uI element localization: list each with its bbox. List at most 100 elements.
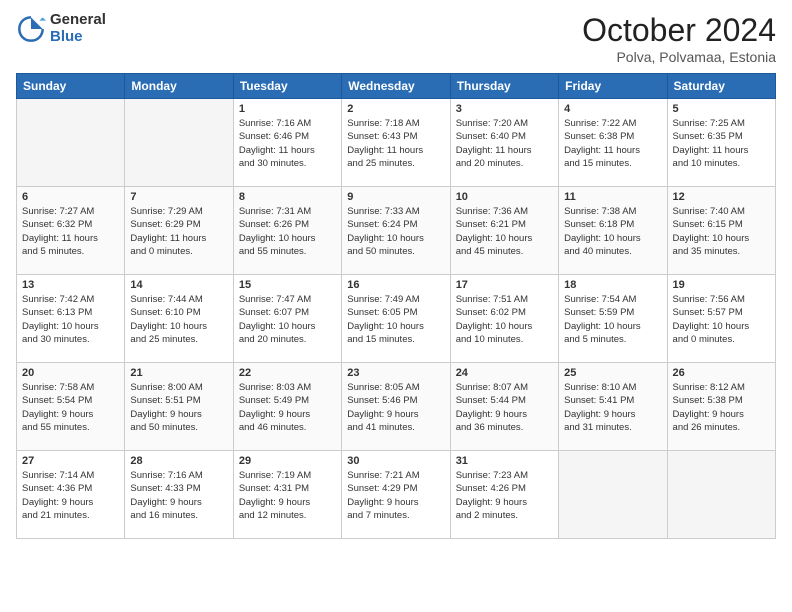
subtitle: Polva, Polvamaa, Estonia bbox=[582, 49, 776, 65]
day-info: Sunrise: 7:49 AM Sunset: 6:05 PM Dayligh… bbox=[347, 293, 444, 346]
calendar-header-monday: Monday bbox=[125, 74, 233, 99]
logo-text: General Blue bbox=[50, 12, 106, 45]
day-info: Sunrise: 7:58 AM Sunset: 5:54 PM Dayligh… bbox=[22, 381, 119, 434]
day-info: Sunrise: 7:14 AM Sunset: 4:36 PM Dayligh… bbox=[22, 469, 119, 522]
day-number: 24 bbox=[456, 367, 553, 379]
calendar-body: 1Sunrise: 7:16 AM Sunset: 6:46 PM Daylig… bbox=[17, 99, 776, 539]
day-info: Sunrise: 7:36 AM Sunset: 6:21 PM Dayligh… bbox=[456, 205, 553, 258]
day-number: 31 bbox=[456, 455, 553, 467]
day-info: Sunrise: 7:44 AM Sunset: 6:10 PM Dayligh… bbox=[130, 293, 227, 346]
calendar-cell: 9 Sunrise: 7:33 AM Sunset: 6:24 PM Daylig… bbox=[342, 187, 450, 275]
day-info: Sunrise: 7:18 AM Sunset: 6:43 PM Dayligh… bbox=[347, 117, 444, 170]
logo-icon bbox=[16, 14, 46, 44]
day-number: 5 bbox=[673, 103, 770, 115]
title-block: October 2024 Polva, Polvamaa, Estonia bbox=[582, 12, 776, 65]
calendar-week-2: 6Sunrise: 7:27 AM Sunset: 6:32 PM Daylig… bbox=[17, 187, 776, 275]
day-number: 7 bbox=[130, 191, 227, 203]
logo-blue: Blue bbox=[50, 29, 106, 46]
calendar-cell: 2 Sunrise: 7:18 AM Sunset: 6:43 PM Daylig… bbox=[342, 99, 450, 187]
calendar-cell: 30 Sunrise: 7:21 AM Sunset: 4:29 PM Dayli… bbox=[342, 451, 450, 539]
day-info: Sunrise: 7:51 AM Sunset: 6:02 PM Dayligh… bbox=[456, 293, 553, 346]
day-info: Sunrise: 7:20 AM Sunset: 6:40 PM Dayligh… bbox=[456, 117, 553, 170]
calendar-cell: 27Sunrise: 7:14 AM Sunset: 4:36 PM Dayli… bbox=[17, 451, 125, 539]
day-number: 12 bbox=[673, 191, 770, 203]
calendar-cell: 20 Sunrise: 7:58 AM Sunset: 5:54 PM Dayli… bbox=[17, 363, 125, 451]
calendar-cell: 17 Sunrise: 7:51 AM Sunset: 6:02 PM Dayli… bbox=[450, 275, 558, 363]
day-info: Sunrise: 7:56 AM Sunset: 5:57 PM Dayligh… bbox=[673, 293, 770, 346]
calendar-cell: 23 Sunrise: 8:05 AM Sunset: 5:46 PM Dayli… bbox=[342, 363, 450, 451]
day-number: 30 bbox=[347, 455, 444, 467]
day-number: 6 bbox=[22, 191, 119, 203]
calendar-table: SundayMondayTuesdayWednesdayThursdayFrid… bbox=[16, 73, 776, 539]
day-number: 11 bbox=[564, 191, 661, 203]
calendar-cell: 6Sunrise: 7:27 AM Sunset: 6:32 PM Daylig… bbox=[17, 187, 125, 275]
day-number: 22 bbox=[239, 367, 336, 379]
calendar-header-thursday: Thursday bbox=[450, 74, 558, 99]
day-number: 14 bbox=[130, 279, 227, 291]
calendar-cell: 18 Sunrise: 7:54 AM Sunset: 5:59 PM Dayli… bbox=[559, 275, 667, 363]
calendar-week-3: 13Sunrise: 7:42 AM Sunset: 6:13 PM Dayli… bbox=[17, 275, 776, 363]
day-info: Sunrise: 7:42 AM Sunset: 6:13 PM Dayligh… bbox=[22, 293, 119, 346]
calendar-header-tuesday: Tuesday bbox=[233, 74, 341, 99]
main-title: October 2024 bbox=[582, 12, 776, 49]
calendar-cell bbox=[125, 99, 233, 187]
day-info: Sunrise: 7:54 AM Sunset: 5:59 PM Dayligh… bbox=[564, 293, 661, 346]
day-info: Sunrise: 7:33 AM Sunset: 6:24 PM Dayligh… bbox=[347, 205, 444, 258]
day-info: Sunrise: 7:31 AM Sunset: 6:26 PM Dayligh… bbox=[239, 205, 336, 258]
calendar-cell: 29Sunrise: 7:19 AM Sunset: 4:31 PM Dayli… bbox=[233, 451, 341, 539]
calendar-header-row: SundayMondayTuesdayWednesdayThursdayFrid… bbox=[17, 74, 776, 99]
day-number: 25 bbox=[564, 367, 661, 379]
day-info: Sunrise: 7:21 AM Sunset: 4:29 PM Dayligh… bbox=[347, 469, 444, 522]
calendar-week-1: 1Sunrise: 7:16 AM Sunset: 6:46 PM Daylig… bbox=[17, 99, 776, 187]
calendar-cell: 11 Sunrise: 7:38 AM Sunset: 6:18 PM Dayli… bbox=[559, 187, 667, 275]
calendar-cell: 24 Sunrise: 8:07 AM Sunset: 5:44 PM Dayli… bbox=[450, 363, 558, 451]
day-number: 4 bbox=[564, 103, 661, 115]
calendar-header-saturday: Saturday bbox=[667, 74, 775, 99]
calendar-header-sunday: Sunday bbox=[17, 74, 125, 99]
day-info: Sunrise: 7:38 AM Sunset: 6:18 PM Dayligh… bbox=[564, 205, 661, 258]
header: General Blue October 2024 Polva, Polvama… bbox=[16, 12, 776, 65]
day-info: Sunrise: 7:22 AM Sunset: 6:38 PM Dayligh… bbox=[564, 117, 661, 170]
calendar-cell: 19Sunrise: 7:56 AM Sunset: 5:57 PM Dayli… bbox=[667, 275, 775, 363]
calendar-cell: 3 Sunrise: 7:20 AM Sunset: 6:40 PM Daylig… bbox=[450, 99, 558, 187]
calendar-cell: 1Sunrise: 7:16 AM Sunset: 6:46 PM Daylig… bbox=[233, 99, 341, 187]
day-info: Sunrise: 8:12 AM Sunset: 5:38 PM Dayligh… bbox=[673, 381, 770, 434]
calendar-cell: 12Sunrise: 7:40 AM Sunset: 6:15 PM Dayli… bbox=[667, 187, 775, 275]
calendar-page: General Blue October 2024 Polva, Polvama… bbox=[0, 0, 792, 612]
day-info: Sunrise: 7:16 AM Sunset: 6:46 PM Dayligh… bbox=[239, 117, 336, 170]
day-number: 9 bbox=[347, 191, 444, 203]
calendar-cell: 25Sunrise: 8:10 AM Sunset: 5:41 PM Dayli… bbox=[559, 363, 667, 451]
day-number: 2 bbox=[347, 103, 444, 115]
calendar-cell: 10 Sunrise: 7:36 AM Sunset: 6:21 PM Dayli… bbox=[450, 187, 558, 275]
day-info: Sunrise: 7:29 AM Sunset: 6:29 PM Dayligh… bbox=[130, 205, 227, 258]
day-info: Sunrise: 8:00 AM Sunset: 5:51 PM Dayligh… bbox=[130, 381, 227, 434]
calendar-cell: 16Sunrise: 7:49 AM Sunset: 6:05 PM Dayli… bbox=[342, 275, 450, 363]
calendar-cell: 5 Sunrise: 7:25 AM Sunset: 6:35 PM Daylig… bbox=[667, 99, 775, 187]
day-number: 3 bbox=[456, 103, 553, 115]
day-number: 23 bbox=[347, 367, 444, 379]
day-number: 10 bbox=[456, 191, 553, 203]
day-number: 20 bbox=[22, 367, 119, 379]
day-info: Sunrise: 7:25 AM Sunset: 6:35 PM Dayligh… bbox=[673, 117, 770, 170]
calendar-cell: 8Sunrise: 7:31 AM Sunset: 6:26 PM Daylig… bbox=[233, 187, 341, 275]
day-info: Sunrise: 7:19 AM Sunset: 4:31 PM Dayligh… bbox=[239, 469, 336, 522]
calendar-cell: 28 Sunrise: 7:16 AM Sunset: 4:33 PM Dayli… bbox=[125, 451, 233, 539]
day-number: 21 bbox=[130, 367, 227, 379]
day-info: Sunrise: 8:07 AM Sunset: 5:44 PM Dayligh… bbox=[456, 381, 553, 434]
day-number: 18 bbox=[564, 279, 661, 291]
day-number: 28 bbox=[130, 455, 227, 467]
day-info: Sunrise: 8:05 AM Sunset: 5:46 PM Dayligh… bbox=[347, 381, 444, 434]
calendar-cell: 13Sunrise: 7:42 AM Sunset: 6:13 PM Dayli… bbox=[17, 275, 125, 363]
day-number: 17 bbox=[456, 279, 553, 291]
calendar-header-friday: Friday bbox=[559, 74, 667, 99]
day-number: 26 bbox=[673, 367, 770, 379]
logo-general: General bbox=[50, 12, 106, 29]
calendar-cell: 31 Sunrise: 7:23 AM Sunset: 4:26 PM Dayli… bbox=[450, 451, 558, 539]
logo: General Blue bbox=[16, 12, 106, 45]
day-info: Sunrise: 7:16 AM Sunset: 4:33 PM Dayligh… bbox=[130, 469, 227, 522]
day-info: Sunrise: 7:23 AM Sunset: 4:26 PM Dayligh… bbox=[456, 469, 553, 522]
calendar-cell bbox=[559, 451, 667, 539]
calendar-cell bbox=[667, 451, 775, 539]
calendar-header-wednesday: Wednesday bbox=[342, 74, 450, 99]
day-number: 15 bbox=[239, 279, 336, 291]
